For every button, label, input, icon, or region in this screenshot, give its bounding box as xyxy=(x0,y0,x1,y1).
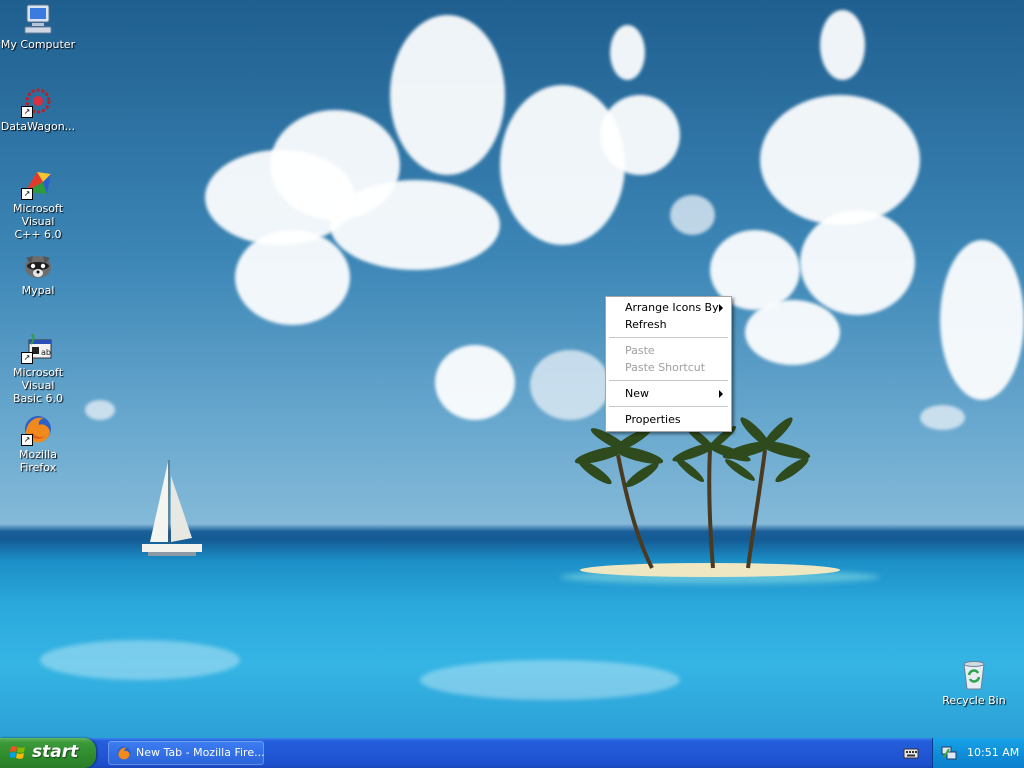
my-computer-icon xyxy=(21,2,55,36)
menu-item-label: Paste Shortcut xyxy=(625,361,706,374)
desktop-icon-mypal[interactable]: Mypal xyxy=(0,248,76,297)
desktop-icon-label: My Computer xyxy=(0,38,76,51)
desktop-icon-visual-basic[interactable]: ab ↗ Microsoft Visual Basic 6.0 xyxy=(0,330,76,405)
desktop-icon-label: DataWagon... xyxy=(0,120,76,133)
wallpaper-sparkle xyxy=(420,660,680,700)
desktop-icon-label: Microsoft Visual C++ 6.0 xyxy=(12,202,64,241)
shortcut-arrow-icon: ↗ xyxy=(21,188,33,200)
wallpaper-cloud xyxy=(330,180,500,270)
menu-item-label: Refresh xyxy=(625,318,667,331)
desktop-context-menu: Arrange Icons By Refresh Paste Paste Sho… xyxy=(605,296,732,432)
menu-item-new[interactable]: New xyxy=(608,385,729,402)
svg-text:ab: ab xyxy=(41,348,51,357)
menu-item-paste[interactable]: Paste xyxy=(608,342,729,359)
menu-separator xyxy=(609,406,728,407)
clock[interactable]: 10:51 AM xyxy=(967,738,1019,768)
shortcut-arrow-icon: ↗ xyxy=(21,106,33,118)
menu-item-arrange-icons-by[interactable]: Arrange Icons By xyxy=(608,299,729,316)
mypal-icon xyxy=(21,248,55,282)
wallpaper-cloud xyxy=(745,300,840,365)
wallpaper-cloud xyxy=(820,10,865,80)
windows-logo-icon xyxy=(10,746,25,759)
desktop[interactable]: My Computer ↗ DataWagon... ↗ Microsoft V… xyxy=(0,0,1024,738)
submenu-arrow-icon xyxy=(719,304,723,312)
firefox-icon xyxy=(117,746,131,760)
wallpaper-cloud xyxy=(920,405,965,430)
wallpaper-cloud xyxy=(235,230,350,325)
menu-item-refresh[interactable]: Refresh xyxy=(608,316,729,333)
system-tray: 10:51 AM xyxy=(932,738,1024,768)
taskbar: start New Tab - Mozilla Fire... 10:51 AM xyxy=(0,738,1024,768)
wallpaper-cloud xyxy=(670,195,715,235)
desktop-icon-visual-cpp[interactable]: ↗ Microsoft Visual C++ 6.0 xyxy=(0,166,76,241)
desktop-icon-label: Mozilla Firefox xyxy=(19,448,57,474)
wallpaper-cloud xyxy=(940,240,1024,400)
visual-cpp-icon: ↗ xyxy=(21,166,55,200)
wallpaper-cloud xyxy=(800,210,915,315)
keyboard-icon[interactable] xyxy=(903,745,919,761)
menu-item-properties[interactable]: Properties xyxy=(608,411,729,428)
menu-separator xyxy=(609,380,728,381)
sailboat-illustration xyxy=(142,460,202,556)
menu-separator xyxy=(609,337,728,338)
wallpaper-cloud xyxy=(85,400,115,420)
desktop-icon-label: Recycle Bin xyxy=(942,694,1006,707)
wallpaper-cloud xyxy=(390,15,505,175)
menu-item-label: Properties xyxy=(625,413,681,426)
datawagon-icon: ↗ xyxy=(21,84,55,118)
shortcut-arrow-icon: ↗ xyxy=(21,434,33,446)
taskbar-button-label: New Tab - Mozilla Fire... xyxy=(136,746,265,759)
palm-trees-illustration xyxy=(574,417,811,569)
wallpaper-cloud xyxy=(435,345,515,420)
menu-item-label: New xyxy=(625,387,649,400)
taskbar-button-firefox[interactable]: New Tab - Mozilla Fire... xyxy=(108,741,265,765)
desktop-icon-label: Microsoft Visual Basic 6.0 xyxy=(12,366,64,405)
wallpaper-cloud xyxy=(600,95,680,175)
visual-basic-icon: ab ↗ xyxy=(21,330,55,364)
recycle-bin-icon xyxy=(957,658,991,692)
menu-item-label: Arrange Icons By xyxy=(625,301,719,314)
desktop-icon-recycle-bin[interactable]: Recycle Bin xyxy=(936,658,1012,707)
wallpaper-sparkle xyxy=(40,640,240,680)
wallpaper-cloud xyxy=(760,95,920,225)
network-icon[interactable] xyxy=(941,745,957,761)
desktop-icon-firefox[interactable]: ↗ Mozilla Firefox xyxy=(0,412,76,474)
start-label: start xyxy=(32,742,79,762)
start-button[interactable]: start xyxy=(0,738,96,768)
shortcut-arrow-icon: ↗ xyxy=(21,352,33,364)
desktop-icon-datawagon[interactable]: ↗ DataWagon... xyxy=(0,84,76,133)
wallpaper-cloud xyxy=(610,25,645,80)
menu-item-paste-shortcut[interactable]: Paste Shortcut xyxy=(608,359,729,376)
firefox-icon: ↗ xyxy=(21,412,55,446)
desktop-icon-my-computer[interactable]: My Computer xyxy=(0,2,76,51)
desktop-icon-label: Mypal xyxy=(21,284,55,297)
submenu-arrow-icon xyxy=(719,390,723,398)
wallpaper-cloud xyxy=(500,85,625,245)
menu-item-label: Paste xyxy=(625,344,655,357)
